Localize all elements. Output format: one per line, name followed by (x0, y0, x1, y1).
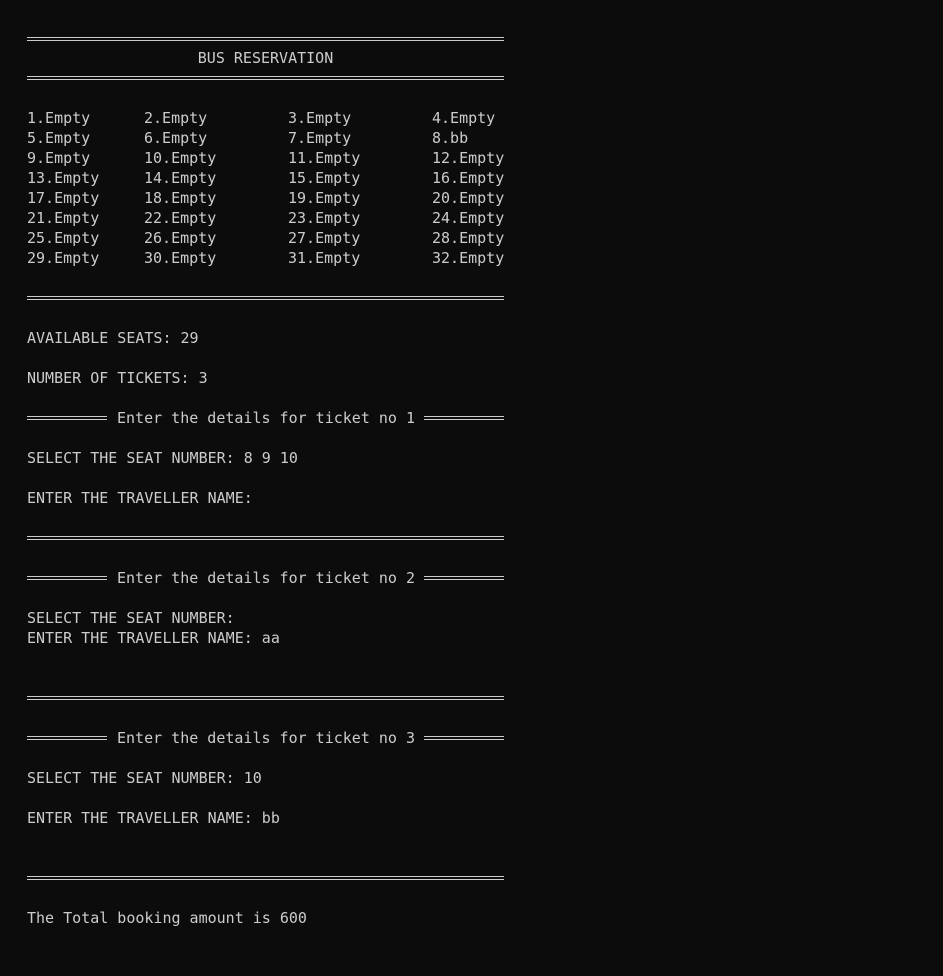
ticket-1-seat-line: SELECT THE SEAT NUMBER: 8 9 10 (27, 449, 298, 467)
ticket-3-header: Enter the details for ticket no 3 (27, 728, 504, 748)
seat-cell: 6.Empty (144, 129, 208, 147)
seat-cell: 10.Empty (144, 149, 217, 167)
seat-cell: 27.Empty (288, 229, 361, 247)
seat-cell: 31.Empty (288, 249, 361, 267)
total-amount-text: The Total booking amount is 600 (27, 909, 307, 927)
console-window: BUS RESERVATION 1.Empty 2.Empty 3.Empty 4.E… (0, 0, 943, 976)
ticket-1-name-line: ENTER THE TRAVELLER NAME: (27, 489, 253, 507)
seat-cell: 2.Empty (144, 109, 208, 127)
ticket-1-header: Enter the details for ticket no 1 (27, 408, 504, 428)
page-title: BUS RESERVATION (197, 49, 334, 67)
seat-cell: 23.Empty (288, 209, 361, 227)
seat-cell: 26.Empty (144, 229, 217, 247)
ticket-header-rule-left (27, 736, 107, 740)
seat-cell: 32.Empty (432, 249, 505, 267)
seat-cell: 17.Empty (27, 189, 100, 207)
ticket-header-rule-right (424, 576, 504, 580)
ticket-1-divider (27, 536, 504, 540)
seat-cell: 30.Empty (144, 249, 217, 267)
ticket-2-header: Enter the details for ticket no 2 (27, 568, 504, 588)
seat-cell: 7.Empty (288, 129, 352, 147)
seat-cell: 9.Empty (27, 149, 91, 167)
ticket-3-seat-line: SELECT THE SEAT NUMBER: 10 (27, 769, 262, 787)
ticket-header-rule-left (27, 416, 107, 420)
ticket-header-rule-left (27, 576, 107, 580)
seat-cell: 20.Empty (432, 189, 505, 207)
seat-cell: 8.bb (432, 129, 469, 147)
seat-cell: 13.Empty (27, 169, 100, 187)
seat-cell: 11.Empty (288, 149, 361, 167)
seat-grid-divider (27, 296, 504, 300)
ticket-2-name-line: ENTER THE TRAVELLER NAME: aa (27, 629, 280, 647)
seat-cell: 25.Empty (27, 229, 100, 247)
top-divider (27, 37, 504, 41)
ticket-3-divider (27, 876, 504, 880)
seat-cell: 29.Empty (27, 249, 100, 267)
seat-cell: 18.Empty (144, 189, 217, 207)
seat-cell: 4.Empty (432, 109, 496, 127)
seat-cell: 24.Empty (432, 209, 505, 227)
seat-cell: 15.Empty (288, 169, 361, 187)
ticket-header-rule-right (424, 736, 504, 740)
seat-cell: 14.Empty (144, 169, 217, 187)
ticket-3-name-line: ENTER THE TRAVELLER NAME: bb (27, 809, 280, 827)
ticket-2-divider (27, 696, 504, 700)
seat-cell: 1.Empty (27, 109, 91, 127)
seat-cell: 12.Empty (432, 149, 505, 167)
title-divider (27, 76, 504, 80)
seat-cell: 21.Empty (27, 209, 100, 227)
ticket-2-seat-line: SELECT THE SEAT NUMBER: (27, 609, 235, 627)
seat-cell: 5.Empty (27, 129, 91, 147)
number-of-tickets-text: NUMBER OF TICKETS: 3 (27, 369, 208, 387)
ticket-header-text: Enter the details for ticket no 3 (117, 729, 416, 747)
seat-cell: 22.Empty (144, 209, 217, 227)
seat-cell: 3.Empty (288, 109, 352, 127)
ticket-header-text: Enter the details for ticket no 1 (117, 409, 416, 427)
seat-cell: 16.Empty (432, 169, 505, 187)
available-seats-text: AVAILABLE SEATS: 29 (27, 329, 199, 347)
seat-cell: 19.Empty (288, 189, 361, 207)
ticket-header-text: Enter the details for ticket no 2 (117, 569, 416, 587)
seat-cell: 28.Empty (432, 229, 505, 247)
ticket-header-rule-right (424, 416, 504, 420)
